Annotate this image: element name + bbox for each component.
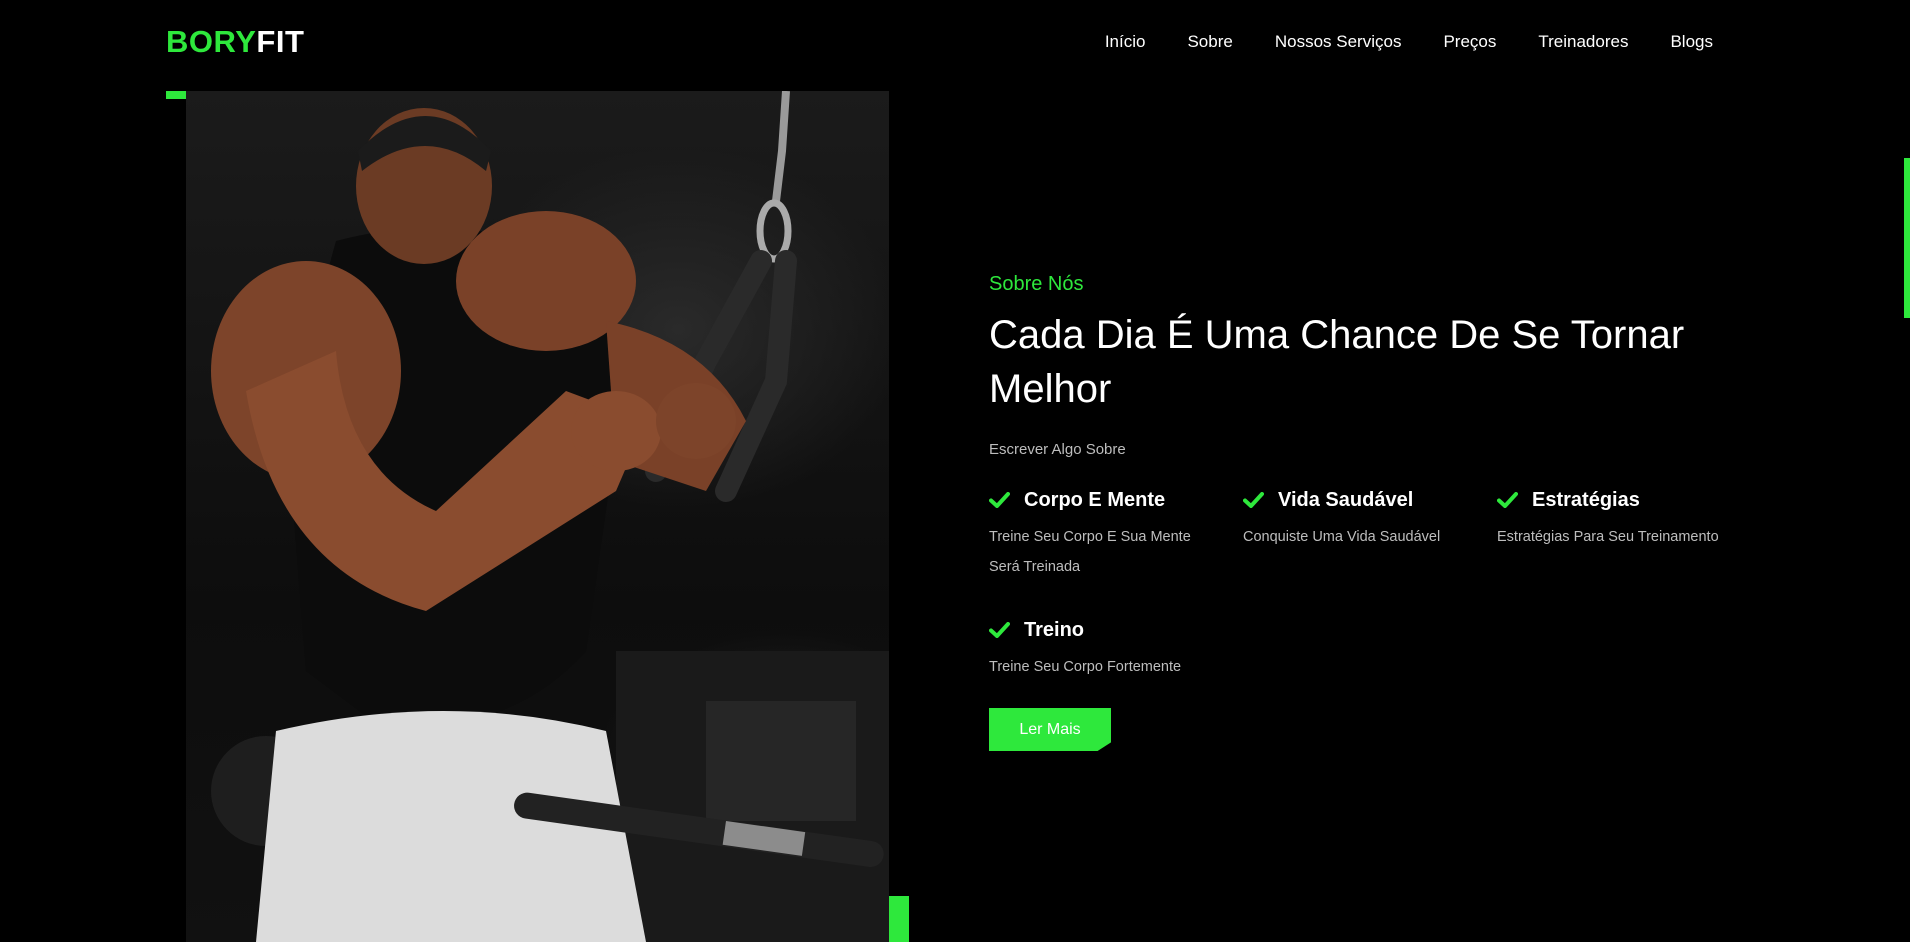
feature-description: Treine Seu Corpo Fortemente (989, 659, 1182, 675)
about-section: Sobre Nós Cada Dia É Uma Chance De Se To… (989, 270, 1749, 751)
check-icon (1243, 492, 1264, 508)
feature-title: Estratégias (1532, 488, 1640, 511)
nav-item-blogs[interactable]: Blogs (1670, 30, 1713, 54)
feature-title: Treino (1024, 618, 1085, 641)
features-list: Corpo E Mente Treine Seu Corpo E Sua Men… (989, 486, 1749, 682)
section-title: Cada Dia É Uma Chance De Se Tornar Melho… (989, 313, 1685, 411)
feature-description: Estratégias Para Seu Treinamento (1497, 529, 1719, 545)
nav-item-treinadores[interactable]: Treinadores (1538, 30, 1628, 54)
logo-accent: BORY (166, 24, 257, 59)
check-icon (989, 492, 1010, 508)
scroll-indicator[interactable] (1904, 158, 1910, 318)
check-icon (989, 622, 1010, 638)
decor-accent-top (166, 91, 186, 99)
check-icon (1497, 492, 1518, 508)
decor-accent-bottom (889, 896, 909, 942)
nav-item-inicio[interactable]: Início (1105, 30, 1146, 54)
nav-item-servicos[interactable]: Nossos Serviços (1275, 30, 1402, 54)
feature-description: Conquiste Uma Vida Saudável (1243, 529, 1441, 545)
main-nav: Início Sobre Nossos Serviços Preços Trei… (1105, 30, 1713, 54)
feature-item: Treino Treine Seu Corpo Fortemente (989, 616, 1243, 682)
section-subtitle: Escrever Algo Sobre (989, 441, 1126, 458)
feature-title: Corpo E Mente (1024, 488, 1166, 511)
feature-item: Vida Saudável Conquiste Uma Vida Saudáve… (1243, 486, 1497, 582)
logo-rest: FIT (256, 24, 305, 59)
feature-description: Treine Seu Corpo E Sua Mente Será Treina… (989, 529, 1191, 575)
nav-item-precos[interactable]: Preços (1443, 30, 1496, 54)
read-more-button[interactable]: Ler Mais (989, 708, 1111, 751)
nav-item-sobre[interactable]: Sobre (1187, 30, 1232, 54)
feature-item: Estratégias Estratégias Para Seu Treinam… (1497, 486, 1751, 582)
hero-image (186, 91, 889, 942)
bodybuilder-illustration (211, 91, 889, 942)
logo[interactable]: BORYFIT (166, 20, 304, 64)
section-eyebrow: Sobre Nós (989, 273, 1084, 295)
feature-title: Vida Saudável (1278, 488, 1414, 511)
feature-item: Corpo E Mente Treine Seu Corpo E Sua Men… (989, 486, 1243, 582)
site-header: BORYFIT Início Sobre Nossos Serviços Pre… (0, 0, 1910, 84)
